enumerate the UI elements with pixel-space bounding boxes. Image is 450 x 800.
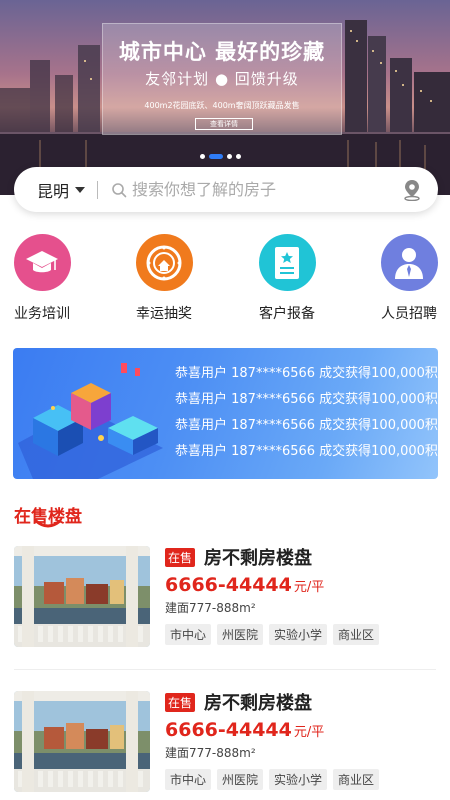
status-badge: 在售 (165, 547, 196, 567)
feature-tag: 商业区 (333, 769, 380, 790)
quick-item-recruit[interactable]: 人员招聘 (364, 234, 450, 323)
search-icon (111, 182, 127, 198)
quick-item-training[interactable]: 业务培训 (0, 234, 87, 323)
transaction-item: 恭喜用户 187****6566 成交获得100,000积分 (175, 418, 438, 433)
search-input[interactable] (132, 180, 383, 199)
feature-tag: 商业区 (333, 624, 380, 645)
graduation-cap-icon (13, 234, 71, 291)
listing-price: 6666-44444 元/平 (165, 574, 435, 596)
quick-item-label: 业务培训 (14, 306, 70, 322)
feature-tag: 实验小学 (269, 769, 328, 790)
listing-image[interactable] (14, 691, 150, 792)
transaction-list: 恭喜用户 187****6566 成交获得100,000积分 恭喜用户 187*… (175, 365, 438, 469)
quick-item-label: 幸运抽奖 (136, 306, 192, 322)
banner-description: 400m2花园底跃、400m奢阔顶跃藏品发售 (144, 101, 300, 110)
feature-tag: 州医院 (217, 624, 264, 645)
quick-access-menu: 业务培训 幸运抽奖 客户报备 人员招聘 (0, 234, 450, 324)
banner-details-button[interactable]: 查看详情 (195, 118, 253, 130)
carousel-indicator (200, 154, 241, 159)
price-value: 6666-44444 (165, 574, 292, 596)
quick-item-report[interactable]: 客户报备 (242, 234, 332, 323)
divider (97, 180, 99, 199)
person-icon (380, 234, 438, 291)
listing-card[interactable]: 在售 房不剩房楼盘 6666-44444 元/平 建面777-888m² 市中心 … (14, 546, 436, 656)
status-badge: 在售 (165, 692, 196, 712)
price-unit: 元/平 (293, 725, 325, 740)
banner-subtitle: 友邻计划 ● 回馈升级 (145, 70, 299, 88)
listing-price: 6666-44444 元/平 (165, 719, 435, 741)
carousel-dot[interactable] (200, 154, 205, 159)
transaction-item: 恭喜用户 187****6566 成交获得100,000积分 (175, 444, 438, 459)
chevron-down-icon[interactable] (75, 186, 86, 193)
price-value: 6666-44444 (165, 719, 292, 741)
quick-item-lottery[interactable]: 幸运抽奖 (119, 234, 209, 323)
feature-tag: 州医院 (217, 769, 264, 790)
banner-promo-card: 城市中心 最好的珍藏 友邻计划 ● 回馈升级 400m2花园底跃、400m奢阔顶… (102, 23, 342, 135)
banner-title: 城市中心 最好的珍藏 (118, 40, 326, 64)
report-document-icon (258, 234, 316, 291)
listing-area: 建面777-888m² (165, 746, 256, 760)
transaction-item: 恭喜用户 187****6566 成交获得100,000积分 (175, 366, 438, 381)
listing-info: 在售 房不剩房楼盘 6666-44444 元/平 建面777-888m² 市中心 … (165, 691, 435, 790)
divider (14, 669, 436, 670)
hero-banner[interactable]: 城市中心 最好的珍藏 友邻计划 ● 回馈升级 400m2花园底跃、400m奢阔顶… (0, 0, 450, 195)
transaction-feed-banner[interactable]: 恭喜用户 187****6566 成交获得100,000积分 恭喜用户 187*… (13, 348, 438, 479)
carousel-dot[interactable] (236, 154, 241, 159)
price-unit: 元/平 (293, 580, 325, 595)
search-bar: 昆明 (14, 167, 438, 212)
city-selector[interactable]: 昆明 (37, 178, 69, 202)
listing-tags: 市中心 州医院 实验小学 商业区 (165, 769, 435, 790)
page: 城市中心 最好的珍藏 友邻计划 ● 回馈升级 400m2花园底跃、400m奢阔顶… (0, 0, 450, 800)
feature-tag: 实验小学 (269, 624, 328, 645)
lottery-wheel-icon (135, 234, 193, 291)
listing-image[interactable] (14, 546, 150, 647)
listing-card[interactable]: 在售 房不剩房楼盘 6666-44444 元/平 建面777-888m² 市中心 … (14, 691, 436, 800)
listing-tags: 市中心 州医院 实验小学 商业区 (165, 624, 435, 645)
smile-underline-icon (34, 519, 62, 528)
transaction-item: 恭喜用户 187****6566 成交获得100,000积分 (175, 392, 438, 407)
carousel-dot-active[interactable] (209, 154, 223, 159)
feature-tag: 市中心 (165, 769, 212, 790)
listing-name[interactable]: 房不剩房楼盘 (204, 544, 312, 570)
listing-area: 建面777-888m² (165, 601, 256, 615)
carousel-dot[interactable] (227, 154, 232, 159)
location-pin-icon[interactable] (402, 179, 422, 205)
feature-tag: 市中心 (165, 624, 212, 645)
isometric-city-illustration (18, 363, 163, 479)
quick-item-label: 客户报备 (259, 306, 315, 322)
quick-item-label: 人员招聘 (381, 306, 437, 322)
listing-info: 在售 房不剩房楼盘 6666-44444 元/平 建面777-888m² 市中心 … (165, 546, 435, 645)
listing-name[interactable]: 房不剩房楼盘 (204, 689, 312, 715)
